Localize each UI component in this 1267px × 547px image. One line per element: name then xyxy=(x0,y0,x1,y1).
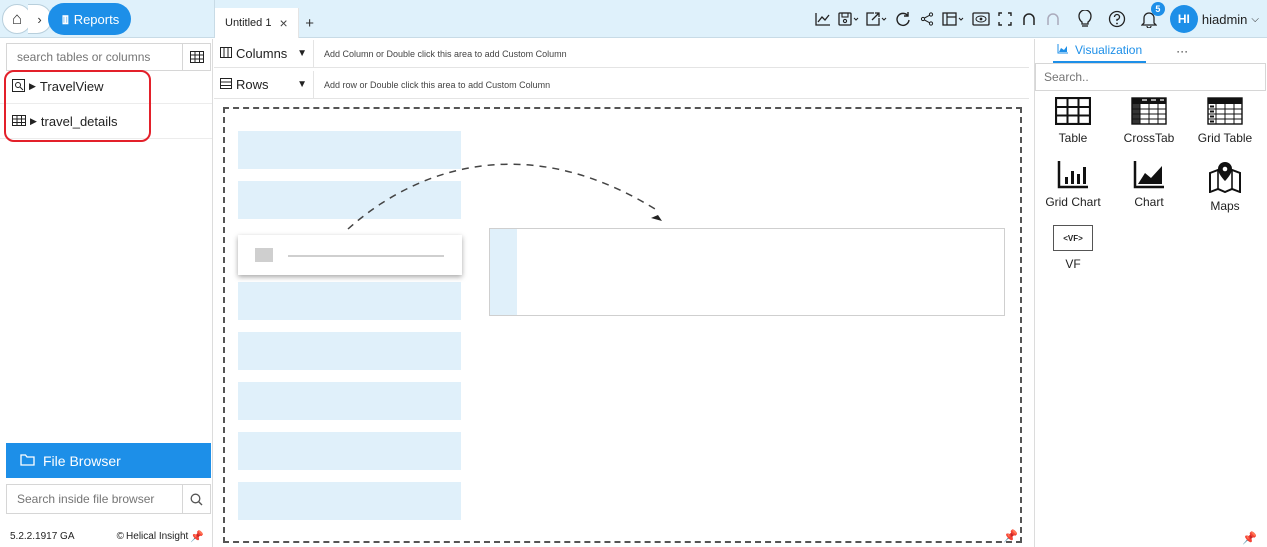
viz-chart[interactable]: Chart xyxy=(1111,161,1187,217)
add-tab-button[interactable]: + xyxy=(299,8,321,38)
line-chart-icon[interactable] xyxy=(814,8,832,30)
search-tables-input[interactable] xyxy=(6,43,183,71)
save-icon[interactable] xyxy=(838,8,860,30)
version-label: 5.2.2.1917 GA xyxy=(10,530,75,542)
tab-untitled-1[interactable]: Untitled 1 × xyxy=(215,8,299,38)
rows-icon xyxy=(220,77,232,92)
drag-arrow-icon xyxy=(347,163,662,230)
close-icon[interactable]: × xyxy=(279,15,287,31)
more-tabs-button[interactable]: ··· xyxy=(1176,44,1188,58)
help-icon[interactable] xyxy=(1108,8,1126,30)
layout-icon[interactable] xyxy=(942,8,966,30)
chevron-down-icon: ⌵ xyxy=(1251,13,1259,25)
right-tabs: Visualization ··· xyxy=(1035,39,1267,63)
tab-visualization[interactable]: Visualization xyxy=(1053,39,1147,63)
area-chart-icon xyxy=(1133,161,1164,189)
toolbar: 5 HI hiadmin ⌵ xyxy=(814,0,1259,38)
columns-icon xyxy=(220,46,232,61)
drop-canvas[interactable]: 📌 xyxy=(223,107,1022,543)
export-icon[interactable] xyxy=(866,8,888,30)
report-designer: Columns ▼ Add Column or Double click thi… xyxy=(214,39,1030,547)
tab-title: Untitled 1 xyxy=(225,17,272,29)
expand-caret-icon[interactable]: ▶ xyxy=(29,81,36,92)
lightbulb-icon[interactable] xyxy=(1076,8,1094,30)
breadcrumb: ⌂ › ⫾⫾ Reports xyxy=(0,0,212,38)
pin-icon[interactable]: 📌 xyxy=(1242,531,1257,545)
visualization-search-input[interactable] xyxy=(1035,63,1266,91)
viz-maps[interactable]: Maps xyxy=(1187,161,1263,217)
rows-shelf-label[interactable]: Rows ▼ xyxy=(214,70,314,99)
expand-caret-icon[interactable]: ▶ xyxy=(30,116,37,127)
viz-grid-chart[interactable]: Grid Chart xyxy=(1035,161,1111,217)
file-browser-button[interactable]: File Browser xyxy=(6,443,211,478)
file-browser-search-input[interactable] xyxy=(6,484,183,514)
viz-vf[interactable]: <VF> VF xyxy=(1035,225,1111,281)
left-panel: ▶ TravelView ▶ travel_details File Brows… xyxy=(0,39,213,547)
brand: © Helical Insight 📌 xyxy=(117,530,204,543)
search-icon[interactable] xyxy=(183,484,211,514)
tree-item-travelview[interactable]: ▶ TravelView xyxy=(0,70,212,104)
tree-item-label: travel_details xyxy=(40,114,118,129)
table-search xyxy=(6,43,211,71)
brand-label: Helical Insight xyxy=(126,530,189,542)
right-panel: Visualization ··· Table CrossTab Grid Ta… xyxy=(1034,39,1267,547)
table-icon xyxy=(12,114,26,129)
table-grid-icon[interactable] xyxy=(183,43,211,71)
dropdown-arrow-icon[interactable]: ▼ xyxy=(297,48,307,59)
top-bar: ⌂ › ⫾⫾ Reports Untitled 1 × + 5 HI hiadm… xyxy=(0,0,1267,38)
breadcrumb-reports-label: Reports xyxy=(73,11,120,27)
pin-icon[interactable]: 📌 xyxy=(190,530,204,543)
map-icon xyxy=(1209,162,1241,193)
grid-table-icon xyxy=(1207,97,1243,125)
columns-hint: Add Column or Double click this area to … xyxy=(324,48,567,59)
fullscreen-icon[interactable] xyxy=(996,8,1014,30)
area-chart-small-icon xyxy=(1057,43,1069,57)
preview-icon[interactable] xyxy=(972,8,990,30)
folder-icon xyxy=(20,453,35,469)
dropdown-arrow-icon[interactable]: ▼ xyxy=(297,79,307,90)
tree-item-travel-details[interactable]: ▶ travel_details xyxy=(0,105,212,139)
breadcrumb-reports[interactable]: ⫾⫾ Reports xyxy=(48,3,132,35)
rows-shelf[interactable]: Rows ▼ Add row or Double click this area… xyxy=(214,70,1029,99)
report-tabs: Untitled 1 × + xyxy=(214,0,321,38)
redo-icon[interactable] xyxy=(1044,8,1062,30)
viz-grid-table[interactable]: Grid Table xyxy=(1187,97,1263,153)
pin-icon[interactable]: 📌 xyxy=(1003,529,1018,543)
notification-badge: 5 xyxy=(1150,2,1165,16)
tree-item-label: TravelView xyxy=(39,79,104,94)
file-browser-search xyxy=(6,484,211,514)
columns-shelf-label[interactable]: Columns ▼ xyxy=(214,39,314,68)
undo-icon[interactable] xyxy=(1020,8,1038,30)
user-name: hiadmin xyxy=(1201,11,1248,27)
view-icon xyxy=(12,78,25,95)
app-window: ⌂ › ⫾⫾ Reports Untitled 1 × + 5 HI hiadm… xyxy=(0,0,1267,547)
grid-chart-icon xyxy=(1057,161,1088,189)
notification-bell-icon[interactable]: 5 xyxy=(1140,2,1165,30)
file-browser-label: File Browser xyxy=(43,452,121,469)
footer: 5.2.2.1917 GA © Helical Insight 📌 xyxy=(0,525,212,547)
refresh-icon[interactable] xyxy=(894,8,912,30)
table-viz-icon xyxy=(1055,97,1091,125)
copyright-icon: © xyxy=(116,530,125,542)
bar-chart-icon: ⫾⫾ xyxy=(62,11,69,26)
vf-icon: <VF> xyxy=(1053,225,1093,251)
visualization-grid: Table CrossTab Grid Table Grid Chart Cha… xyxy=(1035,97,1267,281)
crosstab-icon xyxy=(1131,97,1167,125)
viz-crosstab[interactable]: CrossTab xyxy=(1111,97,1187,153)
user-menu[interactable]: HI hiadmin ⌵ xyxy=(1169,5,1259,33)
share-icon[interactable] xyxy=(918,8,936,30)
viz-table[interactable]: Table xyxy=(1035,97,1111,153)
columns-shelf[interactable]: Columns ▼ Add Column or Double click thi… xyxy=(214,39,1029,68)
rows-hint: Add row or Double click this area to add… xyxy=(324,79,551,90)
avatar: HI xyxy=(1169,5,1198,33)
